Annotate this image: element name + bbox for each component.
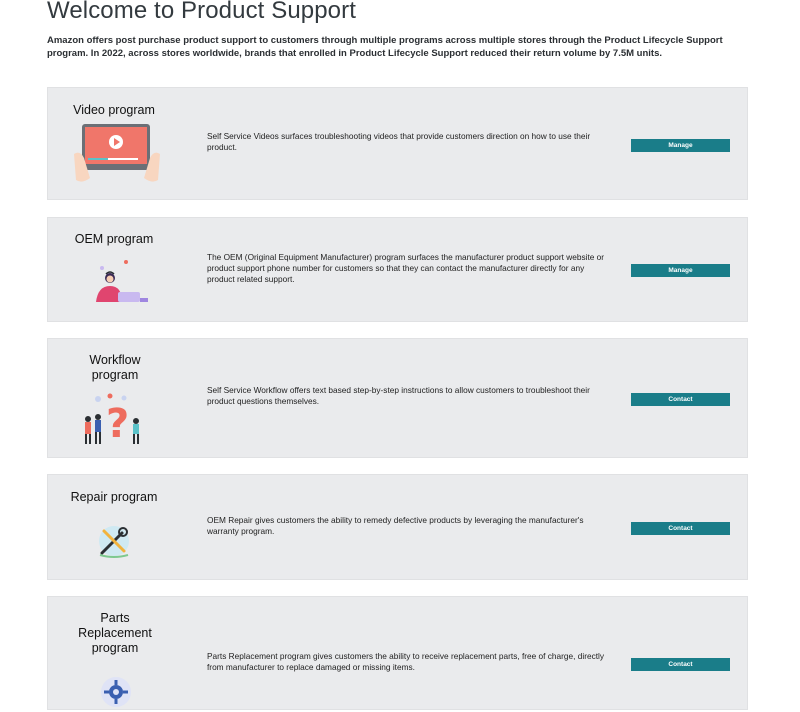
svg-text:?: ? <box>106 401 129 447</box>
contact-button[interactable]: Contact <box>631 658 730 671</box>
program-card-repair: Repair program OEM Repair gives customer… <box>47 474 748 580</box>
tablet-video-icon <box>74 124 160 182</box>
page-title: Welcome to Product Support <box>47 0 356 24</box>
contact-button[interactable]: Contact <box>631 522 730 535</box>
program-title: Video program <box>73 103 155 117</box>
wrench-screwdriver-icon <box>99 526 129 558</box>
program-title: Repair program <box>70 490 158 504</box>
contact-button[interactable]: Contact <box>631 393 730 406</box>
program-card-workflow: Workflow program ? Self Service Workflow… <box>47 338 748 458</box>
gear-icon <box>101 677 131 707</box>
program-card-oem: OEM program The OEM (Original Equipment … <box>47 217 748 322</box>
program-description: The OEM (Original Equipment Manufacturer… <box>207 252 605 284</box>
support-agent-icon <box>96 260 148 302</box>
program-description: Self Service Workflow offers text based … <box>207 385 590 406</box>
question-mark-people-icon: ? <box>85 393 139 447</box>
program-description: OEM Repair gives customers the ability t… <box>207 515 584 536</box>
manage-button[interactable]: Manage <box>631 264 730 277</box>
program-card-video: Video program Self Service Videos surfac… <box>47 87 748 200</box>
program-title: OEM program <box>74 232 154 246</box>
program-description: Self Service Videos surfaces troubleshoo… <box>207 131 591 152</box>
manage-button[interactable]: Manage <box>631 139 730 152</box>
program-card-parts-replacement: Parts Replacement program Parts Replacem… <box>47 596 748 710</box>
program-description: Parts Replacement program gives customer… <box>207 651 605 672</box>
program-title: Workflow program <box>89 353 141 382</box>
intro-text: Amazon offers post purchase product supp… <box>47 35 723 59</box>
program-title: Parts Replacement program <box>78 611 152 655</box>
